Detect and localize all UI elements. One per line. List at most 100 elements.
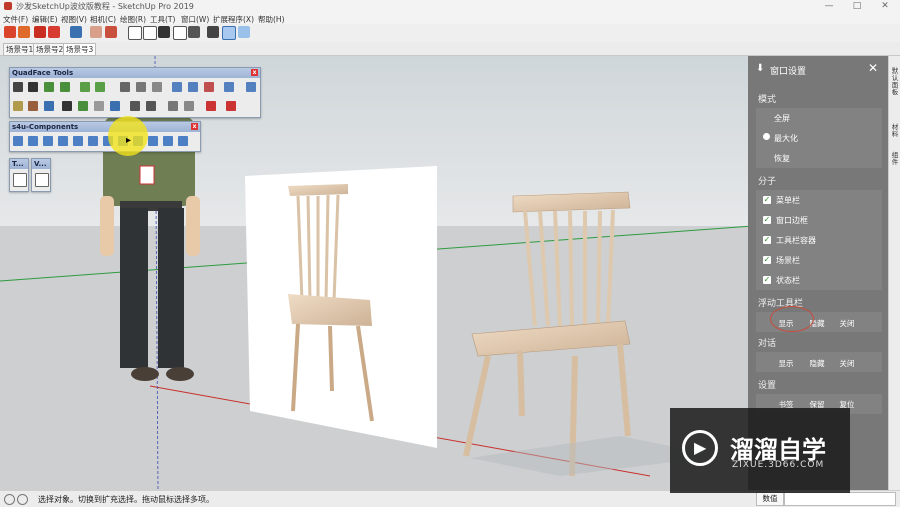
minimize-button[interactable]: — — [818, 0, 840, 13]
grow-icon[interactable] — [44, 82, 54, 92]
checkbox-menubar[interactable]: ✓ — [763, 196, 771, 204]
connect-icon[interactable] — [28, 101, 38, 111]
scene-tab-1[interactable]: 场景号1 — [3, 43, 37, 56]
component-tool-11-icon[interactable] — [163, 136, 173, 146]
unwrap-icon[interactable] — [204, 82, 214, 92]
collapse-arrow-icon[interactable]: ⬇ — [756, 63, 764, 74]
back-view-icon[interactable] — [173, 26, 187, 40]
option-menubar[interactable]: 菜单栏 — [776, 195, 800, 206]
pointer-icon[interactable] — [28, 82, 38, 92]
sketchup-app-icon — [4, 2, 12, 10]
small-palette-v[interactable]: V... — [31, 158, 51, 192]
small-palette-t[interactable]: T... — [9, 158, 29, 192]
option-status-bar[interactable]: 状态栏 — [776, 275, 800, 286]
component-tool-2-icon[interactable] — [28, 136, 38, 146]
uv-icon[interactable] — [172, 82, 182, 92]
tray-tab-default[interactable]: 默认面板 — [890, 68, 900, 96]
ring-icon[interactable] — [80, 82, 90, 92]
iso-view-icon[interactable] — [158, 26, 170, 38]
small-palette-v-header[interactable]: V... — [32, 159, 50, 169]
cap-icon[interactable] — [168, 101, 178, 111]
floating-close-button[interactable]: 关闭 — [834, 318, 860, 329]
component-tool-12-icon[interactable] — [178, 136, 188, 146]
outliner-icon[interactable] — [222, 26, 236, 40]
loop-icon[interactable] — [95, 82, 105, 92]
print-icon[interactable] — [70, 26, 82, 38]
s4u-palette-header[interactable]: s4u-Components x — [10, 122, 200, 132]
weld-icon[interactable] — [146, 101, 156, 111]
measurements-input[interactable] — [784, 492, 896, 506]
warehouse-icon[interactable] — [48, 26, 60, 38]
mode-restore[interactable]: 恢复 — [774, 153, 790, 164]
radio-selected-icon[interactable] — [763, 133, 770, 140]
close-icon[interactable]: x — [251, 69, 258, 76]
option-window-border[interactable]: 窗口边框 — [776, 215, 808, 226]
component-tool-5-icon[interactable] — [73, 136, 83, 146]
curve-icon[interactable] — [13, 173, 27, 187]
close-icon[interactable]: ✕ — [868, 61, 878, 75]
option-toolbar-container[interactable]: 工具栏容器 — [776, 235, 816, 246]
tray-tab-materials[interactable]: 材料 — [890, 124, 900, 138]
scene-tab-3[interactable]: 场景号3 — [63, 43, 97, 56]
s4u-components-palette[interactable]: s4u-Components x — [9, 121, 201, 152]
component-tool-6-icon[interactable] — [88, 136, 98, 146]
wrap-icon[interactable] — [188, 82, 198, 92]
quadface-tools-palette[interactable]: QuadFace Tools x — [9, 67, 261, 118]
region-icon[interactable] — [120, 82, 130, 92]
component-tool-3-icon[interactable] — [43, 136, 53, 146]
close-window-button[interactable]: ✕ — [874, 0, 896, 13]
mode-fullscreen[interactable]: 全屏 — [774, 113, 790, 124]
grid-icon[interactable] — [224, 82, 234, 92]
zoom-extents-icon[interactable] — [207, 26, 219, 38]
eraser-icon[interactable] — [18, 26, 30, 38]
triangulate-icon[interactable] — [13, 101, 23, 111]
checkbox-status-bar[interactable]: ✓ — [763, 276, 771, 284]
component-tool-1-icon[interactable] — [13, 136, 23, 146]
select-icon[interactable] — [4, 26, 16, 38]
mode-maximize[interactable]: 最大化 — [774, 133, 798, 144]
component-tool-4-icon[interactable] — [58, 136, 68, 146]
section-dialog: 对话 — [758, 339, 777, 349]
checkbox-scene-bar[interactable]: ✓ — [763, 256, 771, 264]
import-icon[interactable] — [226, 101, 236, 111]
bridge-icon[interactable] — [184, 101, 194, 111]
geo-location-icon[interactable] — [4, 494, 15, 505]
components-icon[interactable] — [238, 26, 250, 38]
credits-icon[interactable] — [17, 494, 28, 505]
option-scene-bar[interactable]: 场景栏 — [776, 255, 800, 266]
small-palette-t-header[interactable]: T... — [10, 159, 28, 169]
quadface-palette-header[interactable]: QuadFace Tools x — [10, 68, 260, 78]
checkbox-toolbar-container[interactable]: ✓ — [763, 236, 771, 244]
dialog-show-button[interactable]: 显示 — [773, 358, 799, 369]
top-view-icon[interactable] — [128, 26, 142, 40]
export-icon[interactable] — [206, 101, 216, 111]
build-icon[interactable] — [152, 82, 162, 92]
mesh-icon[interactable] — [246, 82, 256, 92]
cut-icon[interactable] — [130, 101, 140, 111]
remove-icon[interactable] — [110, 101, 120, 111]
section-icon[interactable] — [105, 26, 117, 38]
scene-tab-2[interactable]: 场景号2 — [33, 43, 67, 56]
edge-icon[interactable] — [136, 82, 146, 92]
dialog-hide-button[interactable]: 隐藏 — [804, 358, 830, 369]
right-view-icon[interactable] — [188, 26, 200, 38]
vertex-icon[interactable] — [35, 173, 49, 187]
front-view-icon[interactable] — [143, 26, 157, 40]
layout-icon[interactable] — [90, 26, 102, 38]
component-tool-10-icon[interactable] — [148, 136, 158, 146]
insert-icon[interactable] — [44, 101, 54, 111]
smooth-icon[interactable] — [94, 101, 104, 111]
play-logo-icon: ▶ — [682, 430, 718, 466]
panel-header: ⬇ 窗口设置 ✕ — [748, 56, 888, 83]
shrink-icon[interactable] — [60, 82, 70, 92]
flip-icon[interactable] — [62, 101, 72, 111]
close-icon[interactable]: x — [191, 123, 198, 130]
main-toolbar — [0, 24, 900, 43]
paint-icon[interactable] — [34, 26, 46, 38]
maximize-button[interactable]: □ — [846, 0, 868, 13]
checkbox-window-border[interactable]: ✓ — [763, 216, 771, 224]
select-quad-icon[interactable] — [13, 82, 23, 92]
tray-tab-components[interactable]: 组件 — [890, 152, 900, 166]
dialog-close-button[interactable]: 关闭 — [834, 358, 860, 369]
offset-icon[interactable] — [78, 101, 88, 111]
